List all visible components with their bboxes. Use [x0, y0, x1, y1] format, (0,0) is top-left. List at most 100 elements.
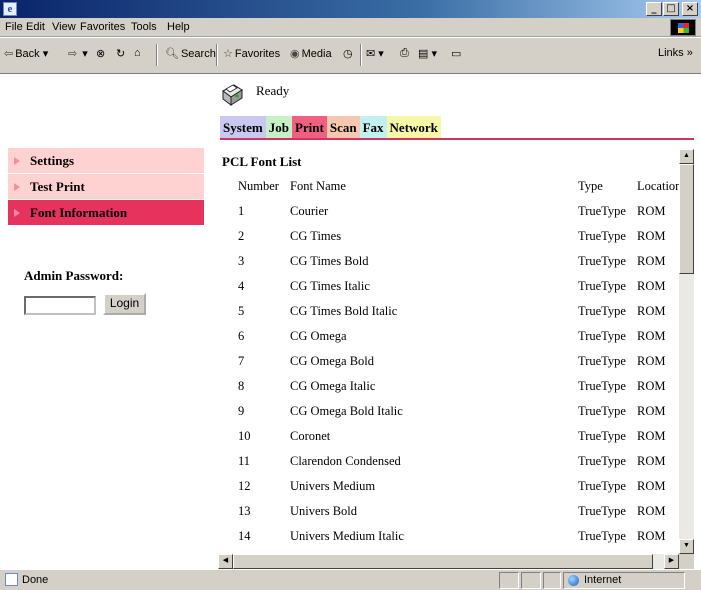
admin-password-input[interactable] — [24, 296, 96, 315]
font-number-cell: 14 — [238, 529, 251, 543]
table-row: 13 Univers Bold TrueType ROM — [218, 504, 680, 529]
table-row: 12 Univers Medium TrueType ROM — [218, 479, 680, 504]
font-type-cell: TrueType — [578, 404, 626, 418]
print-icon[interactable]: ⎙ — [400, 47, 409, 60]
windows-logo-icon — [670, 19, 696, 36]
refresh-icon[interactable]: ↻ — [116, 47, 125, 60]
font-number-cell: 12 — [238, 479, 251, 493]
font-list-panel: PCL Font List Number Font Name Type Loca… — [218, 149, 680, 554]
font-location-cell: ROM — [637, 204, 666, 218]
tab-job[interactable]: Job — [265, 116, 292, 139]
tab-divider — [220, 138, 694, 140]
table-row: 6 CG Omega TrueType ROM — [218, 329, 680, 354]
table-row: 10 Coronet TrueType ROM — [218, 429, 680, 454]
font-number-cell: 5 — [238, 304, 245, 318]
font-name-cell: Courier — [290, 204, 329, 218]
zone-label: Internet — [584, 574, 622, 586]
font-location-cell: ROM — [637, 404, 666, 418]
font-name-cell: CG Times Bold Italic — [290, 304, 398, 318]
table-row: 3 CG Times Bold TrueType ROM — [218, 254, 680, 279]
header-number: Number — [238, 179, 279, 193]
font-type-cell: TrueType — [578, 204, 626, 218]
login-button[interactable]: Login — [103, 293, 146, 315]
favorites-button[interactable]: ☆ Favorites — [223, 47, 280, 60]
links-button[interactable]: Links » — [658, 47, 693, 59]
scroll-up-icon[interactable]: ▲ — [679, 149, 694, 164]
font-type-cell: TrueType — [578, 304, 626, 318]
tab-scan[interactable]: Scan — [326, 116, 360, 139]
sidebar-item-font-information[interactable]: Font Information — [8, 200, 204, 226]
menu-view[interactable]: View — [52, 21, 76, 33]
arrow-right-icon — [14, 157, 20, 165]
back-label: Back — [15, 48, 40, 60]
edit-icon[interactable]: ▤ ▾ — [418, 47, 437, 60]
forward-button[interactable]: ⇨ ▾ — [68, 47, 88, 60]
font-name-cell: Univers Medium Italic — [290, 529, 404, 543]
font-location-cell: ROM — [637, 329, 666, 343]
header-type: Type — [578, 179, 603, 193]
globe-icon — [568, 575, 579, 586]
search-label: Search — [180, 48, 216, 60]
font-name-cell: CG Omega — [290, 329, 347, 343]
admin-password-label: Admin Password: — [24, 268, 124, 283]
font-number-cell: 6 — [238, 329, 245, 343]
font-location-cell: ROM — [637, 354, 666, 368]
tab-fax[interactable]: Fax — [359, 116, 387, 139]
font-location-cell: ROM — [637, 479, 666, 493]
minimize-button[interactable]: _ — [646, 2, 662, 16]
font-location-cell: ROM — [637, 529, 666, 543]
sidebar-item-test-print[interactable]: Test Print — [8, 174, 204, 200]
font-location-cell: ROM — [637, 229, 666, 243]
table-row: 1 Courier TrueType ROM — [218, 204, 680, 229]
home-icon[interactable]: ⌂ — [134, 47, 141, 59]
sidebar-item-settings[interactable]: Settings — [8, 148, 204, 174]
font-number-cell: 3 — [238, 254, 245, 268]
status-text: Ready — [256, 83, 290, 98]
favorites-label: Favorites — [234, 48, 281, 60]
forward-arrow-icon: ⇨ — [68, 48, 78, 60]
mail-icon[interactable]: ✉ ▾ — [366, 47, 384, 60]
horizontal-scroll-thumb[interactable] — [233, 554, 653, 569]
menu-edit[interactable]: Edit — [26, 21, 45, 33]
vertical-scroll-thumb[interactable] — [679, 164, 694, 274]
font-name-cell: Clarendon Condensed — [290, 454, 401, 468]
search-button[interactable]: 🔍︎ Search — [165, 47, 216, 60]
status-panel — [543, 572, 561, 589]
stop-icon[interactable]: ⊗ — [96, 47, 105, 60]
maximize-button[interactable]: □ — [663, 2, 679, 16]
font-number-cell: 7 — [238, 354, 245, 368]
horizontal-scrollbar[interactable]: ◀ ▶ — [218, 554, 679, 569]
scrollbar-corner — [679, 554, 694, 569]
history-icon[interactable]: ◷ — [343, 47, 353, 60]
tab-system[interactable]: System — [220, 116, 266, 139]
media-button[interactable]: ◉ Media — [290, 47, 332, 60]
sidebar: Settings Test Print Font Information — [8, 148, 204, 226]
menu-tools[interactable]: Tools — [131, 21, 157, 33]
media-icon: ◉ — [290, 48, 300, 60]
font-location-cell: ROM — [637, 254, 666, 268]
page-content: Ready System Job Print Scan Fax Network … — [0, 75, 701, 569]
star-icon: ☆ — [223, 48, 233, 60]
menu-favorites[interactable]: Favorites — [80, 21, 125, 33]
font-name-cell: CG Times — [290, 229, 342, 243]
font-number-cell: 9 — [238, 404, 245, 418]
discuss-icon[interactable]: ▭ — [451, 47, 461, 60]
scroll-left-icon[interactable]: ◀ — [218, 554, 233, 569]
font-name-cell: CG Times Italic — [290, 279, 370, 293]
scroll-right-icon[interactable]: ▶ — [664, 554, 679, 569]
font-location-cell: ROM — [637, 504, 666, 518]
table-row: 2 CG Times TrueType ROM — [218, 229, 680, 254]
font-location-cell: ROM — [637, 304, 666, 318]
status-panel — [521, 572, 541, 589]
close-button[interactable]: × — [682, 2, 698, 16]
vertical-scrollbar[interactable]: ▲ ▼ — [679, 149, 694, 554]
toolbar: ⇦ Back ▾ ⇨ ▾ ⊗ ↻ ⌂ 🔍︎ Search ☆ Favorites ◉ M… — [0, 38, 701, 74]
back-button[interactable]: ⇦ Back ▾ — [4, 47, 48, 60]
menu-file[interactable]: File — [5, 21, 23, 33]
tab-print[interactable]: Print — [291, 116, 327, 139]
toolbar-separator — [360, 44, 362, 66]
internet-explorer-icon[interactable]: e — [3, 2, 17, 16]
tab-network[interactable]: Network — [386, 116, 441, 139]
menu-help[interactable]: Help — [167, 21, 190, 33]
scroll-down-icon[interactable]: ▼ — [679, 539, 694, 554]
